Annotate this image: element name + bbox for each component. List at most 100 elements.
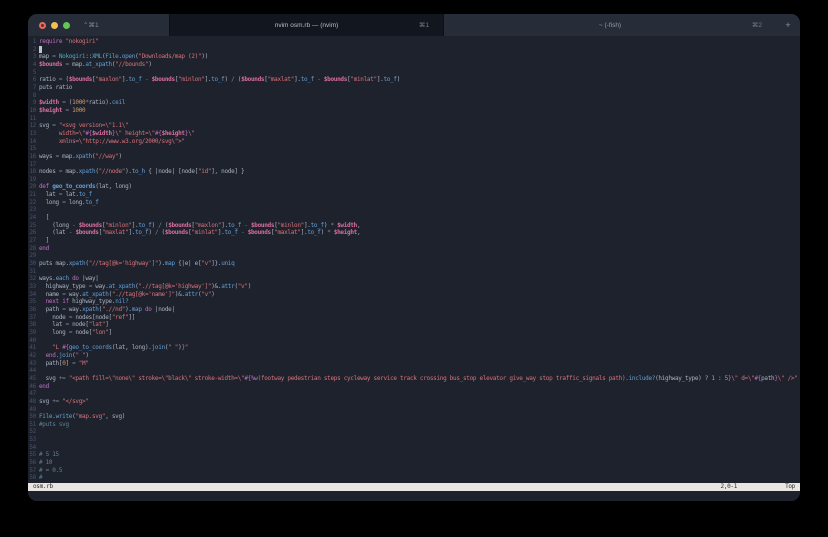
line-number: 51 — [28, 421, 36, 429]
line-number: 57 — [28, 467, 36, 475]
code-line: 29 — [28, 252, 800, 260]
code-line: 57# = 0.5 — [28, 467, 800, 475]
code-line: 21 lat = lat.to_f — [28, 191, 800, 199]
code-line: 19 — [28, 176, 800, 184]
line-number: 17 — [28, 161, 36, 169]
code-line: 13 width=\"#{$width}\" height=\"#{$heigh… — [28, 130, 800, 138]
line-number: 40 — [28, 337, 36, 345]
line-number: 15 — [28, 145, 36, 153]
code-line: 49 — [28, 406, 800, 414]
code-line: 2 — [28, 46, 800, 54]
line-number: 43 — [28, 360, 36, 368]
line-number: 35 — [28, 298, 36, 306]
line-number: 25 — [28, 222, 36, 230]
line-number: 14 — [28, 138, 36, 146]
zoom-window-button[interactable] — [63, 22, 70, 29]
line-number: 30 — [28, 260, 36, 268]
code-line: 15 — [28, 145, 800, 153]
line-number: 55 — [28, 451, 36, 459]
code-line: 50File.write("map.svg", svg) — [28, 413, 800, 421]
line-number: 48 — [28, 398, 36, 406]
statusline-scroll-indicator: Top — [785, 483, 795, 491]
code-line: 12svg = "<svg version=\"1.1\" — [28, 122, 800, 130]
line-number: 34 — [28, 291, 36, 299]
line-number: 26 — [28, 229, 36, 237]
code-line: 26 (lat - $bounds["maxlat"].to_f) / ($bo… — [28, 229, 800, 237]
code-line: 9$width = (1000*ratio).ceil — [28, 99, 800, 107]
line-number: 46 — [28, 383, 36, 391]
line-number: 1 — [28, 38, 36, 46]
line-number: 7 — [28, 84, 36, 92]
tab-bar: ⌃⌘1 nvim osm.rb — (nvim) ⌘1 ~ (-fish) ⌘2… — [28, 14, 800, 36]
code-line: 30puts map.xpath("//tag[@k='highway']").… — [28, 260, 800, 268]
code-line: 38 lat = node["lat"] — [28, 321, 800, 329]
line-number: 2 — [28, 46, 36, 54]
line-number: 33 — [28, 283, 36, 291]
code-line: 45 svg += "<path fill=\"none\" stroke=\"… — [28, 375, 800, 383]
code-line: 42 end.join(" ") — [28, 352, 800, 360]
line-number: 28 — [28, 245, 36, 253]
code-line: 39 long = node["lon"] — [28, 329, 800, 337]
line-number: 45 — [28, 375, 36, 383]
code-line: 47 — [28, 390, 800, 398]
line-number: 12 — [28, 122, 36, 130]
code-line: 1require "nokogiri" — [28, 38, 800, 46]
window-shortcut-label: ⌃⌘1 — [83, 21, 99, 29]
vim-command-line[interactable] — [28, 491, 800, 501]
traffic-light-segment: ⌃⌘1 — [28, 14, 170, 36]
code-line: 48svg += "</svg>" — [28, 398, 800, 406]
line-number: 32 — [28, 275, 36, 283]
line-number: 27 — [28, 237, 36, 245]
code-line: 17 — [28, 161, 800, 169]
minimize-window-button[interactable] — [51, 22, 58, 29]
tab-fish[interactable]: ~ (-fish) ⌘2 — [443, 14, 776, 36]
line-number: 31 — [28, 268, 36, 276]
line-number: 16 — [28, 153, 36, 161]
code-line: 27 ] — [28, 237, 800, 245]
code-line: 41 "L #{geo_to_coords(lat, long).join(" … — [28, 344, 800, 352]
code-line: 6ratio = ($bounds["maxlon"].to_f - $boun… — [28, 76, 800, 84]
code-line: 16ways = map.xpath("//way") — [28, 153, 800, 161]
line-number: 24 — [28, 214, 36, 222]
text-cursor — [39, 46, 42, 53]
tab-title: ~ (-fish) — [599, 22, 621, 29]
line-number: 41 — [28, 344, 36, 352]
line-number: 29 — [28, 252, 36, 260]
statusline-filename: osm.rb — [33, 483, 53, 491]
code-line: 34 name = way.at_xpath(".//tag[@k='name'… — [28, 291, 800, 299]
line-number: 3 — [28, 53, 36, 61]
line-number: 50 — [28, 413, 36, 421]
code-line: 36 path = way.xpath(".//nd").map do |nod… — [28, 306, 800, 314]
tab-shortcut-label: ⌘2 — [752, 21, 762, 29]
code-editor[interactable]: 1require "nokogiri"2 3map = Nokogiri::XM… — [28, 36, 800, 483]
code-line: 31 — [28, 268, 800, 276]
line-number: 20 — [28, 183, 36, 191]
line-number: 18 — [28, 168, 36, 176]
code-line: 14 xmlns=\"http://www.w3.org/2000/svg\">… — [28, 138, 800, 146]
code-line: 37 node = nodes[node["ref"]] — [28, 314, 800, 322]
line-number: 23 — [28, 206, 36, 214]
tab-nvim[interactable]: nvim osm.rb — (nvim) ⌘1 — [170, 14, 443, 36]
line-number: 53 — [28, 436, 36, 444]
line-number: 9 — [28, 99, 36, 107]
terminal-window: ⌃⌘1 nvim osm.rb — (nvim) ⌘1 ~ (-fish) ⌘2… — [28, 14, 800, 501]
line-number: 52 — [28, 428, 36, 436]
code-line: 25 (long - $bounds["minlon"].to_f) / ($b… — [28, 222, 800, 230]
line-number: 13 — [28, 130, 36, 138]
line-number: 54 — [28, 444, 36, 452]
line-number: 10 — [28, 107, 36, 115]
line-number: 42 — [28, 352, 36, 360]
line-number: 49 — [28, 406, 36, 414]
code-line: 53 — [28, 436, 800, 444]
new-tab-button[interactable]: + — [776, 14, 800, 36]
vim-statusline: osm.rb 2,0-1 Top — [28, 483, 800, 491]
code-line: 55# 5 15 — [28, 451, 800, 459]
code-line: 3map = Nokogiri::XML(File.open("Download… — [28, 53, 800, 61]
code-line: 51#puts svg — [28, 421, 800, 429]
code-line: 11 — [28, 115, 800, 123]
code-line: 33 highway_type = way.at_xpath(".//tag[@… — [28, 283, 800, 291]
code-line: 23 — [28, 206, 800, 214]
close-window-button[interactable] — [39, 22, 46, 29]
line-number: 5 — [28, 69, 36, 77]
line-number: 58 — [28, 474, 36, 482]
